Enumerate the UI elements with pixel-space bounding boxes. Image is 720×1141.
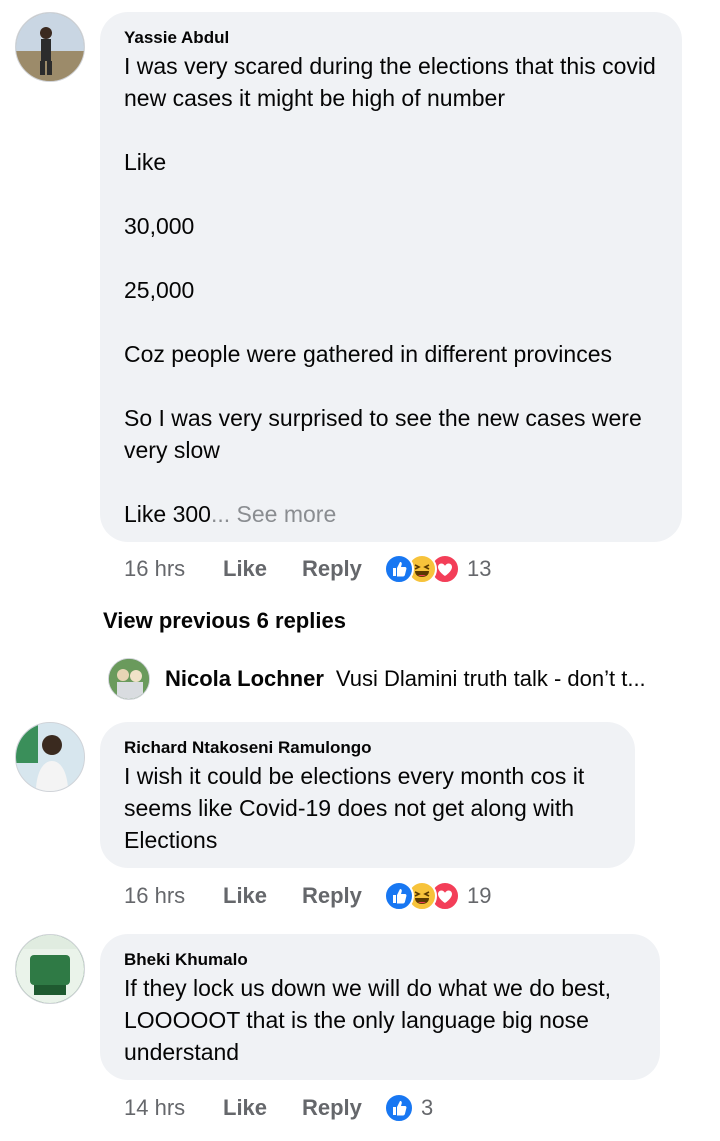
comment-actions: 16 hrs Like Reply 19 — [124, 880, 491, 912]
avatar-photo — [16, 935, 84, 1003]
comment-bubble: Richard Ntakoseni Ramulongo I wish it co… — [100, 722, 635, 868]
comment-actions: 14 hrs Like Reply 3 — [124, 1092, 433, 1124]
like-reaction-icon — [384, 881, 414, 911]
comment-timestamp[interactable]: 16 hrs — [124, 556, 223, 582]
comment-bubble: Yassie Abdul I was very scared during th… — [100, 12, 682, 542]
collapsed-reply[interactable]: Nicola Lochner Vusi Dlamini truth talk -… — [108, 658, 646, 700]
reaction-summary[interactable]: 13 — [384, 554, 491, 584]
like-button[interactable]: Like — [223, 1095, 302, 1121]
comment-text: I wish it could be elections every month… — [124, 763, 585, 853]
reply-preview: Vusi Dlamini truth talk - don’t t... — [335, 666, 646, 691]
reaction-summary[interactable]: 19 — [384, 881, 491, 911]
like-button[interactable]: Like — [223, 556, 302, 582]
comment-timestamp[interactable]: 16 hrs — [124, 883, 223, 909]
comment-timestamp[interactable]: 14 hrs — [124, 1095, 223, 1121]
view-previous-replies-link[interactable]: View previous 6 replies — [103, 608, 346, 634]
avatar-photo — [109, 659, 149, 699]
reply-button[interactable]: Reply — [302, 1095, 384, 1121]
comment-bubble: Bheki Khumalo If they lock us down we wi… — [100, 934, 660, 1080]
comment-actions: 16 hrs Like Reply 13 — [124, 553, 491, 585]
comment-author[interactable]: Yassie Abdul — [124, 28, 658, 48]
avatar-photo — [16, 13, 84, 81]
comment-text: If they lock us down we will do what we … — [124, 975, 612, 1065]
avatar[interactable] — [15, 934, 85, 1004]
like-button[interactable]: Like — [223, 883, 302, 909]
like-reaction-icon — [384, 1093, 414, 1123]
reply-button[interactable]: Reply — [302, 556, 384, 582]
reaction-summary[interactable]: 3 — [384, 1093, 433, 1123]
reaction-count: 13 — [467, 556, 492, 581]
avatar[interactable] — [108, 658, 150, 700]
comment-author[interactable]: Bheki Khumalo — [124, 950, 636, 970]
comment-text: I was very scared during the elections t… — [124, 53, 656, 527]
like-reaction-icon — [384, 554, 414, 584]
avatar-photo — [16, 723, 84, 791]
comment-author[interactable]: Richard Ntakoseni Ramulongo — [124, 738, 611, 758]
reaction-count: 3 — [421, 1095, 434, 1120]
reaction-count: 19 — [467, 883, 492, 908]
reply-button[interactable]: Reply — [302, 883, 384, 909]
see-more-link[interactable]: ... See more — [211, 501, 336, 527]
avatar[interactable] — [15, 722, 85, 792]
reply-author[interactable]: Nicola Lochner — [165, 666, 324, 692]
avatar[interactable] — [15, 12, 85, 82]
